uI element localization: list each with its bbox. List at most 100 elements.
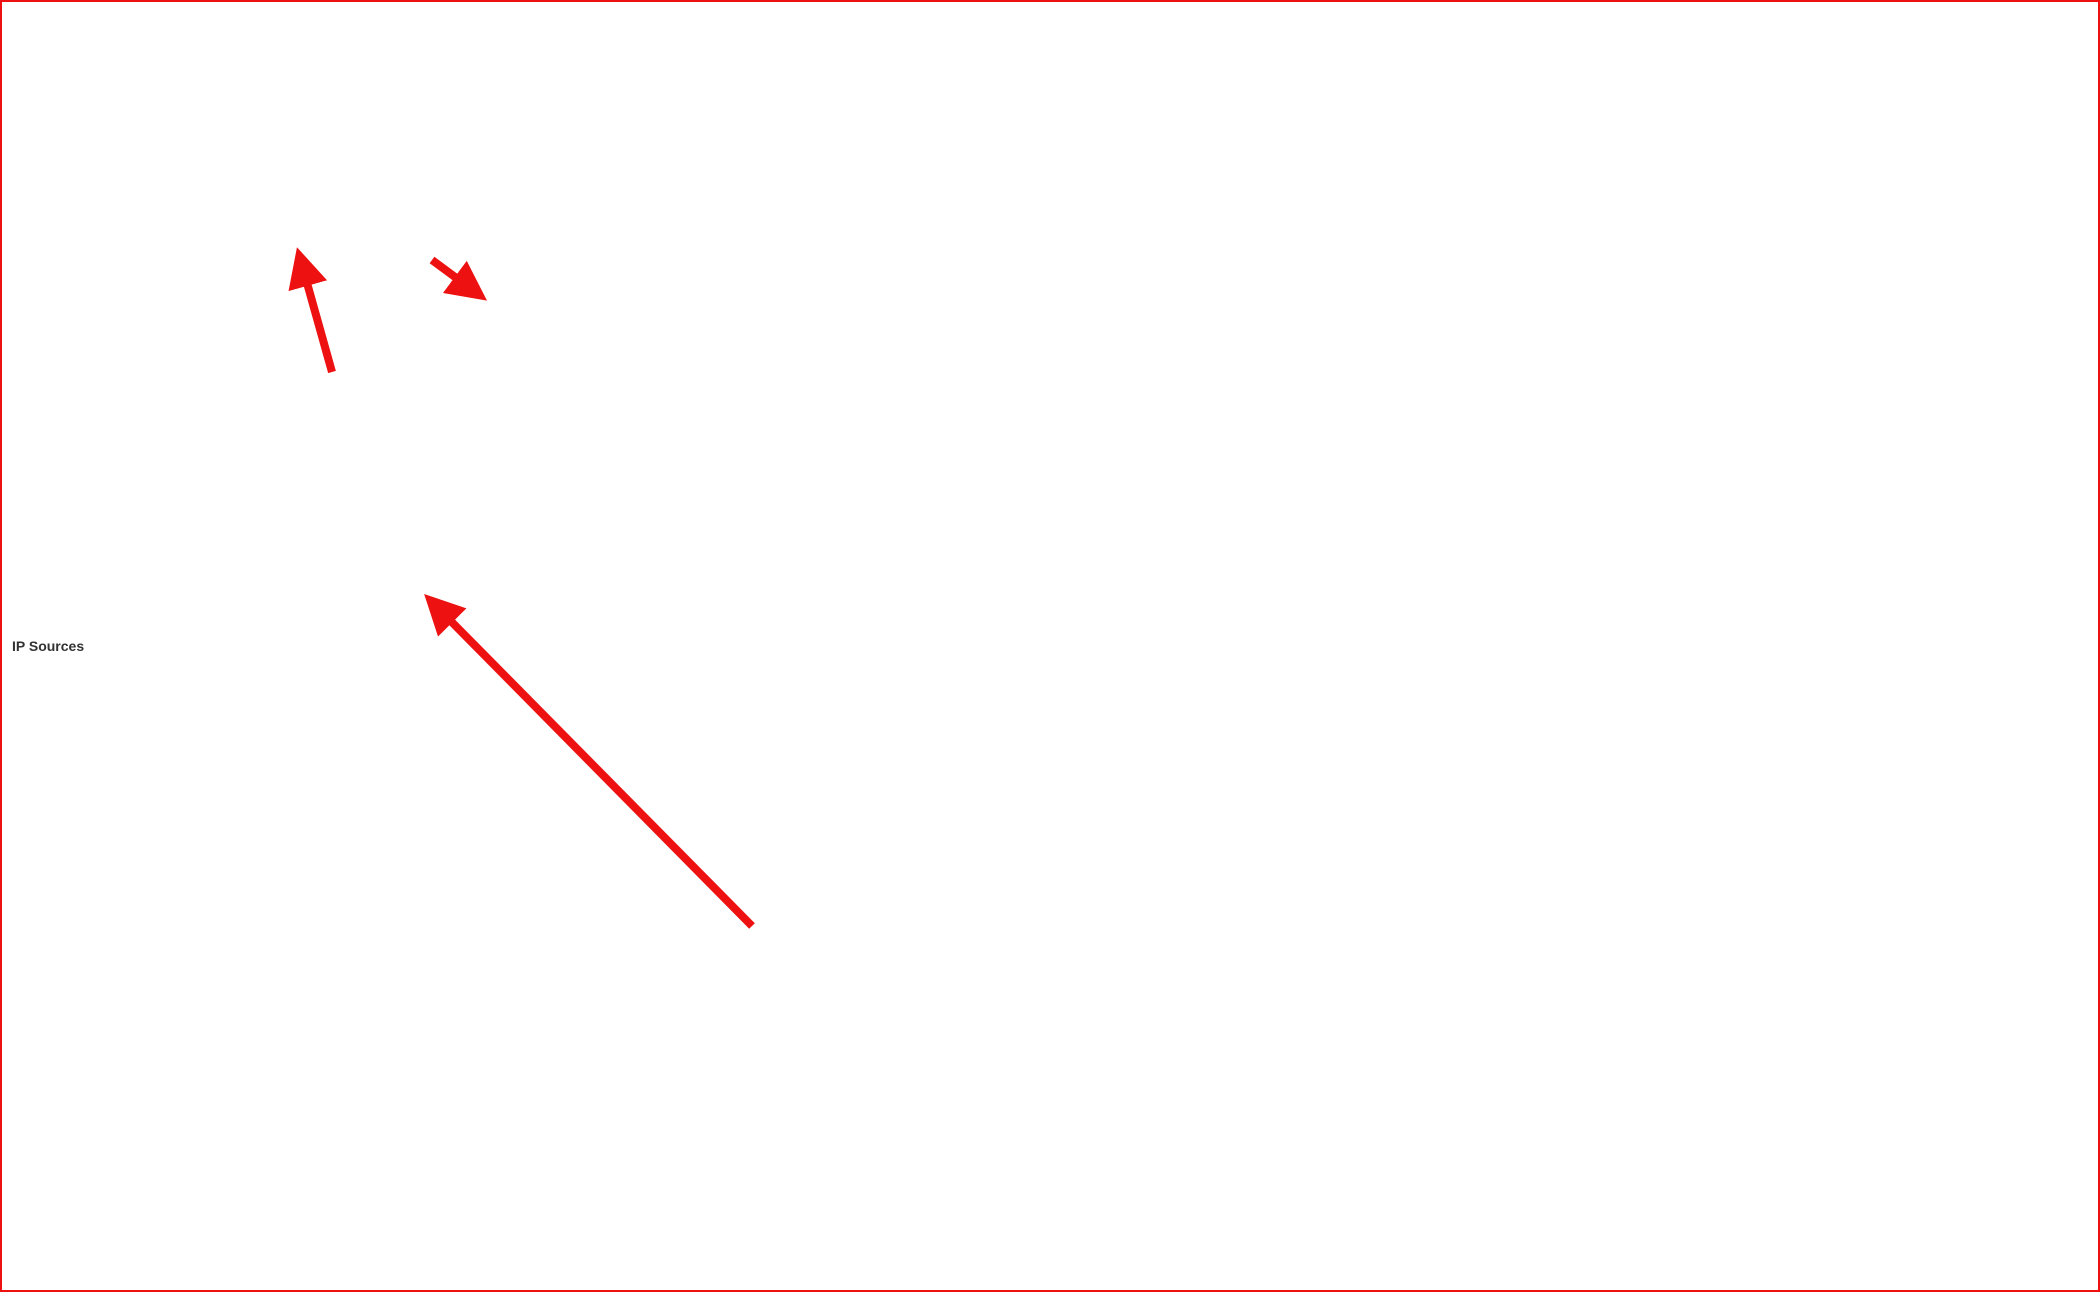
- source-tree-item-div-gen-0-vho[interactable]: div_gen_0.vho: [257, 279, 751, 303]
- source-tree-item-div-gen-0-16[interactable]: ∨div_gen_0 (16): [257, 231, 751, 255]
- scroll-up-icon[interactable]: ▲: [742, 205, 749, 216]
- catalog-row-trig-functions[interactable]: >Trig Functions: [767, 662, 2091, 687]
- scrollbar-thumb[interactable]: [741, 216, 750, 498]
- minimize-button[interactable]: –: [2020, 1028, 2035, 1042]
- help-button[interactable]: ?: [655, 151, 670, 165]
- chevron-down-icon[interactable]: ∨: [775, 393, 789, 406]
- program-device-button[interactable]: ▦: [268, 68, 297, 96]
- browse-button[interactable]: …: [524, 744, 552, 766]
- catalog-tab-interfaces[interactable]: Interfaces: [842, 167, 925, 193]
- catalog-row-fpga-features-and-design[interactable]: >FPGA Features and Design: [767, 337, 2091, 362]
- column-header-start[interactable]: Start: [1297, 1081, 1353, 1104]
- chevron-right-icon[interactable]: >: [775, 693, 789, 705]
- scroll-down-icon[interactable]: ▼: [742, 556, 749, 567]
- add-icon[interactable]: +: [432, 1055, 443, 1074]
- catalog-row-complex-multiplier[interactable]: Complex MultiplierAXI4-StreamProductionI…: [767, 587, 2091, 612]
- properties-panel-header[interactable]: Source File Properties ?–□×: [249, 611, 759, 641]
- source-tree-item-div-gen-0-stub-v[interactable]: div_gen_0_stub.v: [257, 543, 751, 567]
- column-header-status[interactable]: Status: [1195, 263, 1291, 286]
- column-header-axi4[interactable]: AXI4: [1077, 263, 1195, 286]
- chevron-right-icon[interactable]: >: [305, 333, 319, 345]
- bottom-tab-reports[interactable]: Reports: [501, 1021, 576, 1048]
- run-row-synth-1-active[interactable]: ∨▷synth_1 (active)constrs_1Not startedVi…: [249, 1105, 2091, 1130]
- maximize-button[interactable]: □: [2016, 0, 2058, 31]
- chevron-down-icon[interactable]: ∨: [797, 493, 811, 506]
- flownav-item-ip-catalog[interactable]: IP Catalog: [0, 264, 239, 294]
- customize-button[interactable]: [472, 68, 501, 96]
- chevron-right-icon[interactable]: >: [305, 357, 319, 369]
- chevron-right-icon[interactable]: >: [797, 643, 811, 655]
- vertical-scrollbar[interactable]: ▲ ▼: [738, 205, 751, 567]
- minimize-button[interactable]: –: [1974, 0, 2016, 31]
- column-header-ths[interactable]: THS: [805, 1081, 849, 1104]
- forward-nav-icon[interactable]: ▶: [707, 648, 720, 665]
- column-header-wns[interactable]: WNS: [673, 1081, 717, 1104]
- source-tree-item-change-log-1[interactable]: >Change Log (1): [257, 423, 751, 447]
- chevron-right-icon[interactable]: >: [797, 543, 811, 555]
- maximize-button[interactable]: □: [2044, 1028, 2059, 1042]
- close-icon[interactable]: ×: [1012, 144, 1019, 158]
- horizontal-scrollbar[interactable]: ◀ ▶: [252, 972, 756, 985]
- chevron-right-icon[interactable]: >: [775, 368, 789, 380]
- column-header-report-strategy[interactable]: Report Strategy: [1771, 1081, 2091, 1104]
- vertical-scrollbar[interactable]: ▲ ▼: [746, 673, 759, 972]
- chevron-down-icon[interactable]: ∨: [309, 261, 323, 274]
- back-nav-icon[interactable]: ◀: [681, 648, 694, 665]
- catalog-row-cordic[interactable]: >CORDIC: [767, 462, 2091, 487]
- source-tree-item-div-gen-0-sim-netlist-vhdl[interactable]: div_gen_0_sim_netlist.vhdl: [257, 471, 751, 495]
- details-header[interactable]: Details: [767, 737, 2091, 761]
- source-tree-item-div-gen-0-veo[interactable]: div_gen_0.veo: [257, 303, 751, 327]
- scrollbar-thumb[interactable]: [749, 684, 758, 819]
- float-button[interactable]: –: [679, 151, 694, 165]
- edit-button[interactable]: [440, 68, 469, 96]
- flownav-section-implementation[interactable]: ∨IMPLEMENTATION: [0, 674, 239, 704]
- column-header-total-power[interactable]: Total Power: [895, 1081, 983, 1104]
- search-icon[interactable]: [260, 1061, 268, 1069]
- scroll-up-icon[interactable]: ▲: [750, 673, 757, 684]
- add-repository-icon[interactable]: +: [884, 202, 895, 221]
- source-tree-item-synthesis-3[interactable]: >Synthesis (3): [257, 327, 751, 351]
- float-button[interactable]: –: [687, 619, 702, 633]
- timing-button[interactable]: ⊙: [408, 68, 437, 96]
- close-button[interactable]: ×: [2068, 1028, 2083, 1042]
- flownav-section-rtl-analysis[interactable]: ∨RTL ANALYSIS: [0, 504, 239, 534]
- doc-tab-ip-catalog[interactable]: IP Catalog×: [925, 137, 1031, 164]
- collapse-all-icon[interactable]: [290, 183, 303, 185]
- maximize-button[interactable]: □: [711, 619, 726, 633]
- help-button[interactable]: ?: [1996, 1028, 2011, 1042]
- flownav-item-run-simulation[interactable]: Run Simulation: [0, 464, 239, 494]
- column-header-bram[interactable]: BRAM: [1147, 1081, 1199, 1104]
- chevron-right-icon[interactable]: >: [797, 418, 811, 430]
- flownav-item-generate-bitstream[interactable]: ▦Generate Bitstream: [0, 804, 239, 834]
- chevron-right-icon[interactable]: >: [24, 743, 38, 755]
- flownav-item-generate-block-design[interactable]: Generate Block Design: [0, 394, 239, 424]
- save-button[interactable]: [8, 68, 37, 96]
- maximize-button[interactable]: □: [703, 151, 718, 165]
- tree-view-icon[interactable]: ▦: [853, 203, 869, 220]
- column-header-ff[interactable]: FF: [1115, 1081, 1147, 1104]
- wrench-icon[interactable]: [906, 205, 918, 217]
- menu-view[interactable]: View: [407, 36, 458, 58]
- chevron-down-icon[interactable]: ∨: [265, 213, 279, 226]
- flownav-item-open-implemented-design[interactable]: >Open Implemented Design: [0, 734, 239, 764]
- flownav-section-ip-integrator[interactable]: ∨IP INTEGRATOR: [0, 304, 239, 334]
- column-header-tpws[interactable]: TPWS: [849, 1081, 895, 1104]
- close-button[interactable]: ×: [735, 619, 750, 633]
- catalog-row-dynamic-function-exchange[interactable]: >Dynamic Function eXchange: [767, 287, 2091, 312]
- flownav-section-simulation[interactable]: ∨SIMULATION: [0, 434, 239, 464]
- flownav-item-add-sources[interactable]: Add Sources: [0, 204, 239, 234]
- sources-panel-header[interactable]: Sources ?–□×: [257, 143, 751, 173]
- column-header-lut[interactable]: LUT: [1077, 1081, 1115, 1104]
- expand-all-icon[interactable]: ↕: [175, 107, 184, 124]
- chevron-down-icon[interactable]: ∨: [255, 1111, 269, 1124]
- menu-flow[interactable]: Flow: [96, 36, 147, 58]
- source-tree-item-ip-2[interactable]: ∨IP (2): [257, 207, 751, 231]
- chevron-right-icon[interactable]: >: [775, 318, 789, 330]
- column-header-tns[interactable]: TNS: [717, 1081, 761, 1104]
- redo-button[interactable]: ↷: [84, 68, 113, 96]
- chart-button[interactable]: [376, 68, 405, 96]
- column-header-elapsed[interactable]: Elapsed: [1353, 1081, 1415, 1104]
- run-play-icon[interactable]: ▶: [383, 1059, 391, 1071]
- catalog-row-divider-generator[interactable]: Divider GeneratorAXI4-StreamProductionIn…: [767, 512, 2091, 537]
- scrollbar-thumb[interactable]: [258, 974, 559, 983]
